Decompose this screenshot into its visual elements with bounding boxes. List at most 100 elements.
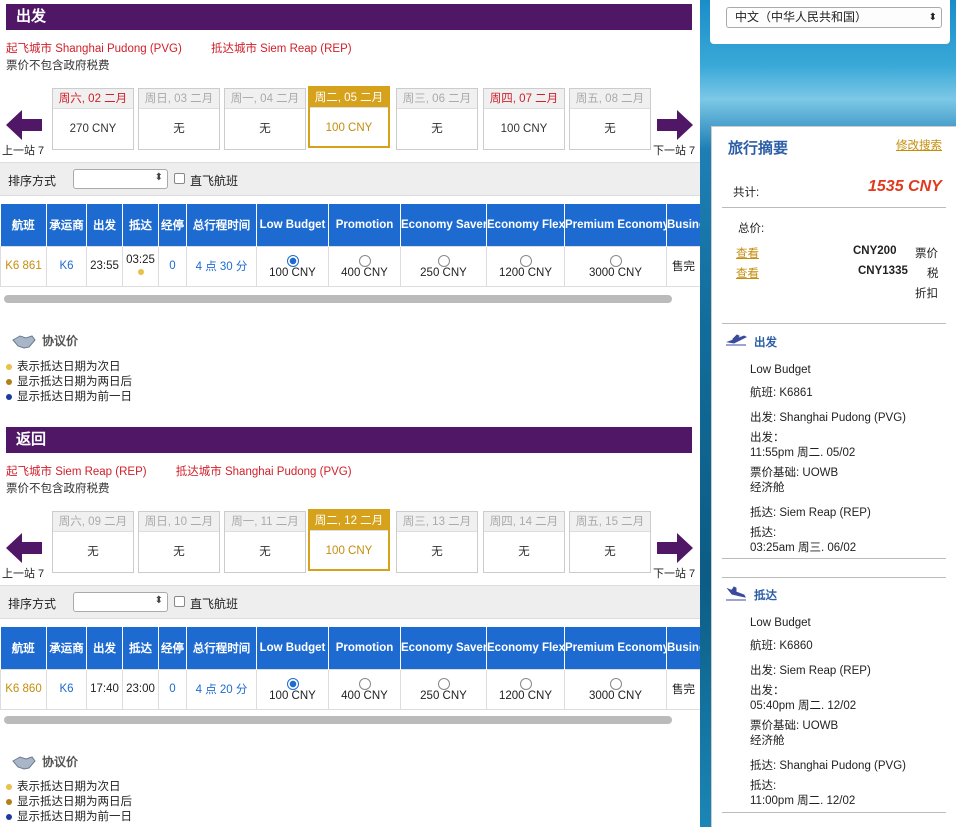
- date-label: 周三, 06 二月: [397, 89, 477, 109]
- date-cell[interactable]: 周六, 09 二月无: [52, 511, 134, 573]
- legend-text: 显示抵达日期为两日后: [17, 376, 132, 388]
- fare-economy-flex[interactable]: 1200 CNY: [486, 668, 565, 710]
- horizontal-scrollbar[interactable]: [4, 716, 672, 724]
- depart-time-label: 出发：: [750, 432, 785, 444]
- date-price: 100 CNY: [325, 545, 373, 557]
- sort-select[interactable]: ⬍: [73, 592, 168, 612]
- horizontal-scrollbar[interactable]: [4, 295, 672, 303]
- radio-icon[interactable]: [519, 255, 532, 267]
- date-label: 周六, 02 二月: [53, 89, 133, 109]
- radio-selected-icon[interactable]: [286, 678, 299, 690]
- column-header: Business: [666, 627, 700, 669]
- date-price: 无: [604, 123, 616, 135]
- radio-selected-icon[interactable]: [286, 255, 299, 267]
- arrive-arr-time: 11:00pm 周二. 12/02: [750, 795, 856, 807]
- outbound-prev-label[interactable]: 上一站 7: [2, 142, 44, 158]
- duration: 4 点 30 分: [186, 245, 257, 287]
- fare-low-budget[interactable]: 100 CNY: [256, 245, 329, 287]
- radio-icon[interactable]: [609, 255, 622, 267]
- date-price: 无: [173, 546, 185, 558]
- date-label: 周五, 08 二月: [570, 89, 650, 109]
- outbound-route: 起飞城市 Shanghai Pudong (PVG) 抵达城市 Siem Rea…: [6, 40, 378, 56]
- date-cell[interactable]: 周六, 02 二月 270 CNY: [52, 88, 134, 150]
- flight-selection-panel: 出发 起飞城市 Shanghai Pudong (PVG) 抵达城市 Siem …: [0, 0, 700, 827]
- view-fare-link[interactable]: 查看: [736, 245, 759, 261]
- date-cell[interactable]: 周二, 12 二月 100 CNY: [308, 509, 390, 571]
- next-arrow-icon[interactable]: [657, 533, 693, 563]
- column-header: Promotion: [328, 204, 401, 246]
- date-cell[interactable]: 周二, 05 二月 100 CNY: [308, 86, 390, 148]
- return-prev-label[interactable]: 上一站 7: [2, 565, 44, 581]
- view-tax-link[interactable]: 查看: [736, 265, 759, 281]
- flight-number[interactable]: K6 860: [0, 668, 47, 710]
- table-header-row: 航班 承运商 出发 抵达 经停 总行程时间 Low Budget Promotion Econo…: [0, 204, 700, 246]
- arrive-time-text: 03:25: [126, 254, 155, 266]
- outbound-tax-note: 票价不包含政府税费: [6, 60, 110, 72]
- fare-premium-economy[interactable]: 3000 CNY: [564, 668, 667, 710]
- date-price: 100 CNY: [325, 122, 373, 134]
- date-cell[interactable]: 周三, 06 二月无: [396, 88, 478, 150]
- radio-icon[interactable]: [437, 255, 450, 267]
- date-cell[interactable]: 周五, 08 二月无: [569, 88, 651, 150]
- date-label: 周四, 07 二月: [484, 89, 564, 109]
- depart-time: 17:40: [86, 668, 123, 710]
- return-header: 返回: [6, 427, 692, 453]
- date-cell[interactable]: 周四, 14 二月无: [483, 511, 565, 573]
- tax-type: 税: [927, 268, 939, 280]
- direct-flight-checkbox[interactable]: [174, 173, 185, 184]
- column-header: 总行程时间: [186, 204, 257, 246]
- depart-section-label: 出发: [754, 337, 777, 349]
- legend-two-days: 显示抵达日期为两日后: [6, 793, 132, 809]
- outbound-header: 出发: [6, 4, 692, 30]
- fare-low-budget[interactable]: 100 CNY: [256, 668, 329, 710]
- fare-economy-saver[interactable]: 250 CNY: [400, 245, 487, 287]
- fare-amount: CNY200: [853, 245, 897, 257]
- arrive-flight: 航班: K6860: [750, 640, 813, 652]
- fare-economy-saver[interactable]: 250 CNY: [400, 668, 487, 710]
- radio-icon[interactable]: [358, 678, 371, 690]
- return-next-label[interactable]: 下一站 7: [653, 565, 695, 581]
- fare-premium-economy[interactable]: 3000 CNY: [564, 245, 667, 287]
- outbound-next-label[interactable]: 下一站 7: [653, 142, 695, 158]
- yellow-dot-icon: [6, 783, 12, 790]
- date-label: 周六, 09 二月: [53, 512, 133, 532]
- date-label: 周日, 03 二月: [139, 89, 219, 109]
- divider: [722, 323, 946, 324]
- legend-two-days: 显示抵达日期为两日后: [6, 373, 132, 389]
- language-select[interactable]: 中文（中华人民共和国） ⬍: [726, 7, 942, 28]
- column-header: 出发: [86, 627, 123, 669]
- fare-promotion[interactable]: 400 CNY: [328, 668, 401, 710]
- date-cell[interactable]: 周三, 13 二月无: [396, 511, 478, 573]
- date-cell[interactable]: 周五, 15 二月无: [569, 511, 651, 573]
- radio-icon[interactable]: [437, 678, 450, 690]
- fare-economy-flex[interactable]: 1200 CNY: [486, 245, 565, 287]
- direct-flight-label: 直飞航班: [190, 174, 239, 188]
- discount-label: 折扣: [915, 288, 938, 300]
- direct-flight-checkbox[interactable]: [174, 596, 185, 607]
- modify-search-link[interactable]: 修改搜索: [896, 137, 942, 153]
- date-cell[interactable]: 周一, 04 二月无: [224, 88, 306, 150]
- legend-text: 显示抵达日期为两日后: [17, 796, 132, 808]
- handshake-icon: [12, 756, 36, 770]
- legend-title-text: 协议价: [42, 334, 79, 348]
- radio-icon[interactable]: [609, 678, 622, 690]
- date-price: 100 CNY: [500, 123, 548, 135]
- radio-icon[interactable]: [519, 678, 532, 690]
- outbound-sort-bar: 排序方式 ⬍ 直飞航班: [0, 162, 700, 196]
- arrive-time-label: 出发：: [750, 685, 785, 697]
- divider: [722, 577, 946, 578]
- date-cell[interactable]: 周四, 07 二月 100 CNY: [483, 88, 565, 150]
- fare-promotion[interactable]: 400 CNY: [328, 245, 401, 287]
- radio-icon[interactable]: [358, 255, 371, 267]
- prev-arrow-icon[interactable]: [6, 533, 42, 563]
- date-cell[interactable]: 周日, 03 二月无: [138, 88, 220, 150]
- prev-arrow-icon[interactable]: [6, 110, 42, 140]
- depart-cabin: 经济舱: [750, 482, 785, 494]
- sort-select[interactable]: ⬍: [73, 169, 168, 189]
- date-cell[interactable]: 周日, 10 二月无: [138, 511, 220, 573]
- next-arrow-icon[interactable]: [657, 110, 693, 140]
- depart-flight: 航班: K6861: [750, 387, 813, 399]
- flight-number[interactable]: K6 861: [0, 245, 47, 287]
- legend-title: 协议价: [12, 332, 78, 350]
- date-cell[interactable]: 周一, 11 二月无: [224, 511, 306, 573]
